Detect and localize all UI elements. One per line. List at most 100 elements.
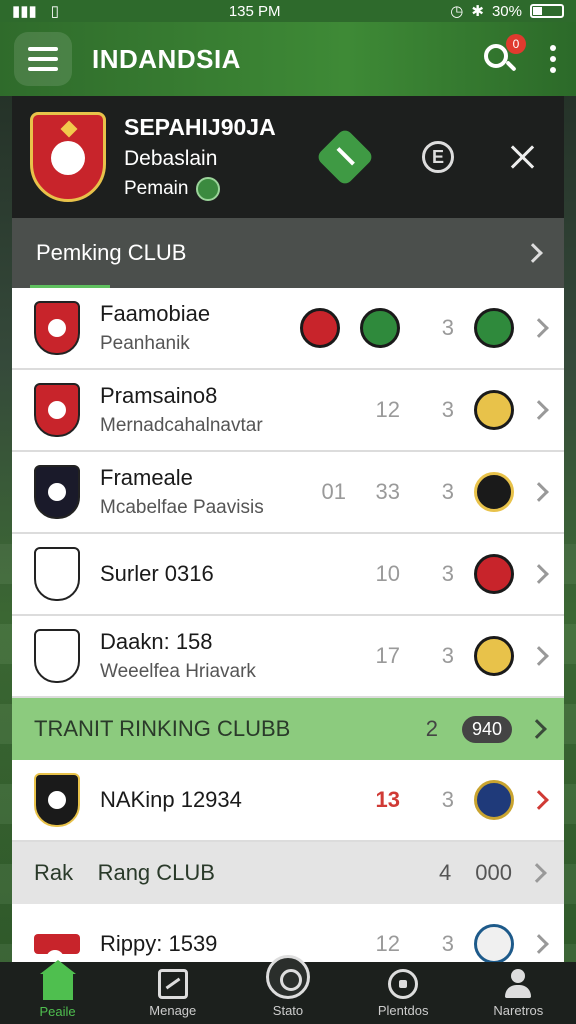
nav-profile[interactable]: Naretros bbox=[468, 968, 568, 1018]
status-bar: ▮▮▮ ▯ 135 PM ◷ ✱ 30% bbox=[0, 0, 576, 22]
section-title: Pemking CLUB bbox=[36, 240, 187, 265]
stats-icon bbox=[265, 954, 310, 999]
group-points-pill: 940 bbox=[461, 715, 512, 743]
bluetooth-icon: ✱ bbox=[471, 3, 484, 20]
chevron-right-icon bbox=[529, 482, 549, 502]
person-icon bbox=[503, 968, 533, 999]
group-header[interactable]: TRANIT RINKING CLUBB 2 940 bbox=[12, 698, 564, 760]
club-badge bbox=[474, 472, 514, 512]
battery-icon bbox=[530, 4, 564, 18]
opponent-crest bbox=[360, 308, 400, 348]
points-value: 13 bbox=[375, 787, 400, 812]
club-row[interactable]: Daakn: 158 Weeelfea Hriavark 17 3 bbox=[12, 616, 564, 698]
team-league: Pemain bbox=[124, 176, 276, 201]
section-header[interactable]: Pemking CLUB bbox=[12, 218, 564, 288]
games-value: 01 bbox=[321, 479, 346, 504]
club-row[interactable]: Faamobiae Peanhanik 3 bbox=[12, 288, 564, 370]
club-crest bbox=[34, 383, 80, 437]
club-crest bbox=[34, 629, 80, 683]
manage-icon bbox=[157, 968, 188, 999]
club-row[interactable]: Frameale Mcabelfae Paavisis 01 33 3 bbox=[12, 452, 564, 534]
group-count: 2 bbox=[425, 716, 438, 741]
club-crest bbox=[34, 773, 80, 827]
club-row[interactable]: Surler 0316 10 3 bbox=[12, 534, 564, 616]
nav-manage-label: Menage bbox=[149, 1002, 197, 1018]
chevron-right-icon bbox=[527, 719, 547, 739]
ball-icon bbox=[196, 176, 221, 201]
rank-value: 3 bbox=[441, 931, 454, 956]
team-league-label: Pemain bbox=[124, 177, 189, 199]
group-title: TRANIT RINKING CLUBB bbox=[34, 716, 291, 741]
group-count: 4 bbox=[439, 860, 452, 885]
points-value: 12 bbox=[375, 397, 400, 422]
chevron-right-icon bbox=[529, 934, 549, 954]
team-name: SEPAHIJ90JA bbox=[124, 113, 276, 140]
close-icon[interactable] bbox=[510, 144, 536, 170]
team-subtitle: Debaslain bbox=[124, 146, 218, 170]
chevron-right-icon bbox=[529, 564, 549, 584]
group-points: 000 bbox=[475, 860, 512, 885]
club-desc: Peanhanik bbox=[100, 333, 190, 354]
more-options-icon[interactable] bbox=[544, 45, 562, 73]
chevron-right-icon bbox=[529, 790, 549, 810]
ranking-panel: SEPAHIJ90JA Debaslain Pemain E Pemking C… bbox=[12, 96, 564, 962]
menu-button[interactable] bbox=[14, 32, 72, 86]
points-value: 12 bbox=[375, 931, 400, 956]
club-name: Pramsaino8 bbox=[100, 383, 218, 408]
club-crest bbox=[34, 301, 80, 355]
club-badge bbox=[474, 780, 514, 820]
opponent-crest bbox=[300, 308, 340, 348]
app-title: INDANDSIA bbox=[92, 43, 241, 74]
home-icon bbox=[39, 959, 76, 1000]
club-badge bbox=[474, 554, 514, 594]
rank-value: 3 bbox=[441, 397, 454, 422]
club-name: Faamobiae bbox=[100, 301, 211, 326]
club-badge bbox=[474, 308, 514, 348]
club-badge bbox=[474, 924, 514, 962]
alarm-icon: ◷ bbox=[450, 3, 464, 20]
club-badge bbox=[474, 636, 514, 676]
team-crest bbox=[30, 112, 106, 202]
club-crest bbox=[34, 547, 80, 601]
sim-icon: ▯ bbox=[50, 3, 60, 20]
status-time: 135 PM bbox=[228, 2, 281, 20]
nav-stats[interactable]: Stato bbox=[238, 954, 338, 1018]
points-value: 10 bbox=[375, 561, 400, 586]
soccer-ball-icon bbox=[388, 968, 419, 999]
rank-value: 3 bbox=[441, 315, 454, 340]
rank-value: 3 bbox=[441, 643, 454, 668]
signal-icon: ▮▮▮ bbox=[12, 3, 37, 20]
club-row[interactable]: Pramsaino8 Mernadcahalnavtar 12 3 bbox=[12, 370, 564, 452]
group-header[interactable]: Rak Rang CLUB 4 000 bbox=[12, 842, 564, 904]
club-name: Daakn: 158 bbox=[100, 629, 213, 654]
nav-manage[interactable]: Menage bbox=[123, 968, 223, 1018]
points-value: 33 bbox=[375, 479, 400, 504]
rank-value: 3 bbox=[441, 787, 454, 812]
favorite-leaf-icon[interactable] bbox=[315, 127, 375, 187]
rank-value: 3 bbox=[441, 479, 454, 504]
team-header: SEPAHIJ90JA Debaslain Pemain E bbox=[12, 96, 564, 218]
chevron-right-icon bbox=[529, 400, 549, 420]
chevron-right-icon bbox=[527, 863, 547, 883]
search-icon[interactable]: 0 bbox=[482, 34, 526, 76]
club-badge bbox=[474, 390, 514, 430]
nav-home[interactable]: Peaile bbox=[8, 959, 108, 1019]
club-row[interactable]: Rippy: 1539 12 3 bbox=[12, 904, 564, 962]
club-name: Surler 0316 bbox=[100, 561, 214, 586]
nav-matches[interactable]: Plentdos bbox=[353, 968, 453, 1018]
club-name: Frameale bbox=[100, 465, 193, 490]
notification-badge: 0 bbox=[506, 34, 526, 54]
club-row[interactable]: NAKinp 12934 13 3 bbox=[12, 760, 564, 842]
battery-percent: 30% bbox=[491, 2, 522, 20]
group-title: Rak Rang CLUB bbox=[34, 860, 215, 885]
club-desc: Weeelfea Hriavark bbox=[100, 661, 256, 682]
nav-profile-label: Naretros bbox=[493, 1002, 544, 1018]
section-underline bbox=[30, 285, 110, 288]
chevron-right-icon bbox=[529, 318, 549, 338]
info-icon[interactable]: E bbox=[422, 141, 454, 173]
points-value: 17 bbox=[375, 643, 400, 668]
nav-home-label: Peaile bbox=[39, 1003, 76, 1019]
bottom-navigation: Peaile Menage Stato Plentdos Naretros bbox=[0, 954, 576, 1024]
chevron-right-icon bbox=[523, 243, 543, 263]
nav-matches-label: Plentdos bbox=[377, 1002, 429, 1018]
